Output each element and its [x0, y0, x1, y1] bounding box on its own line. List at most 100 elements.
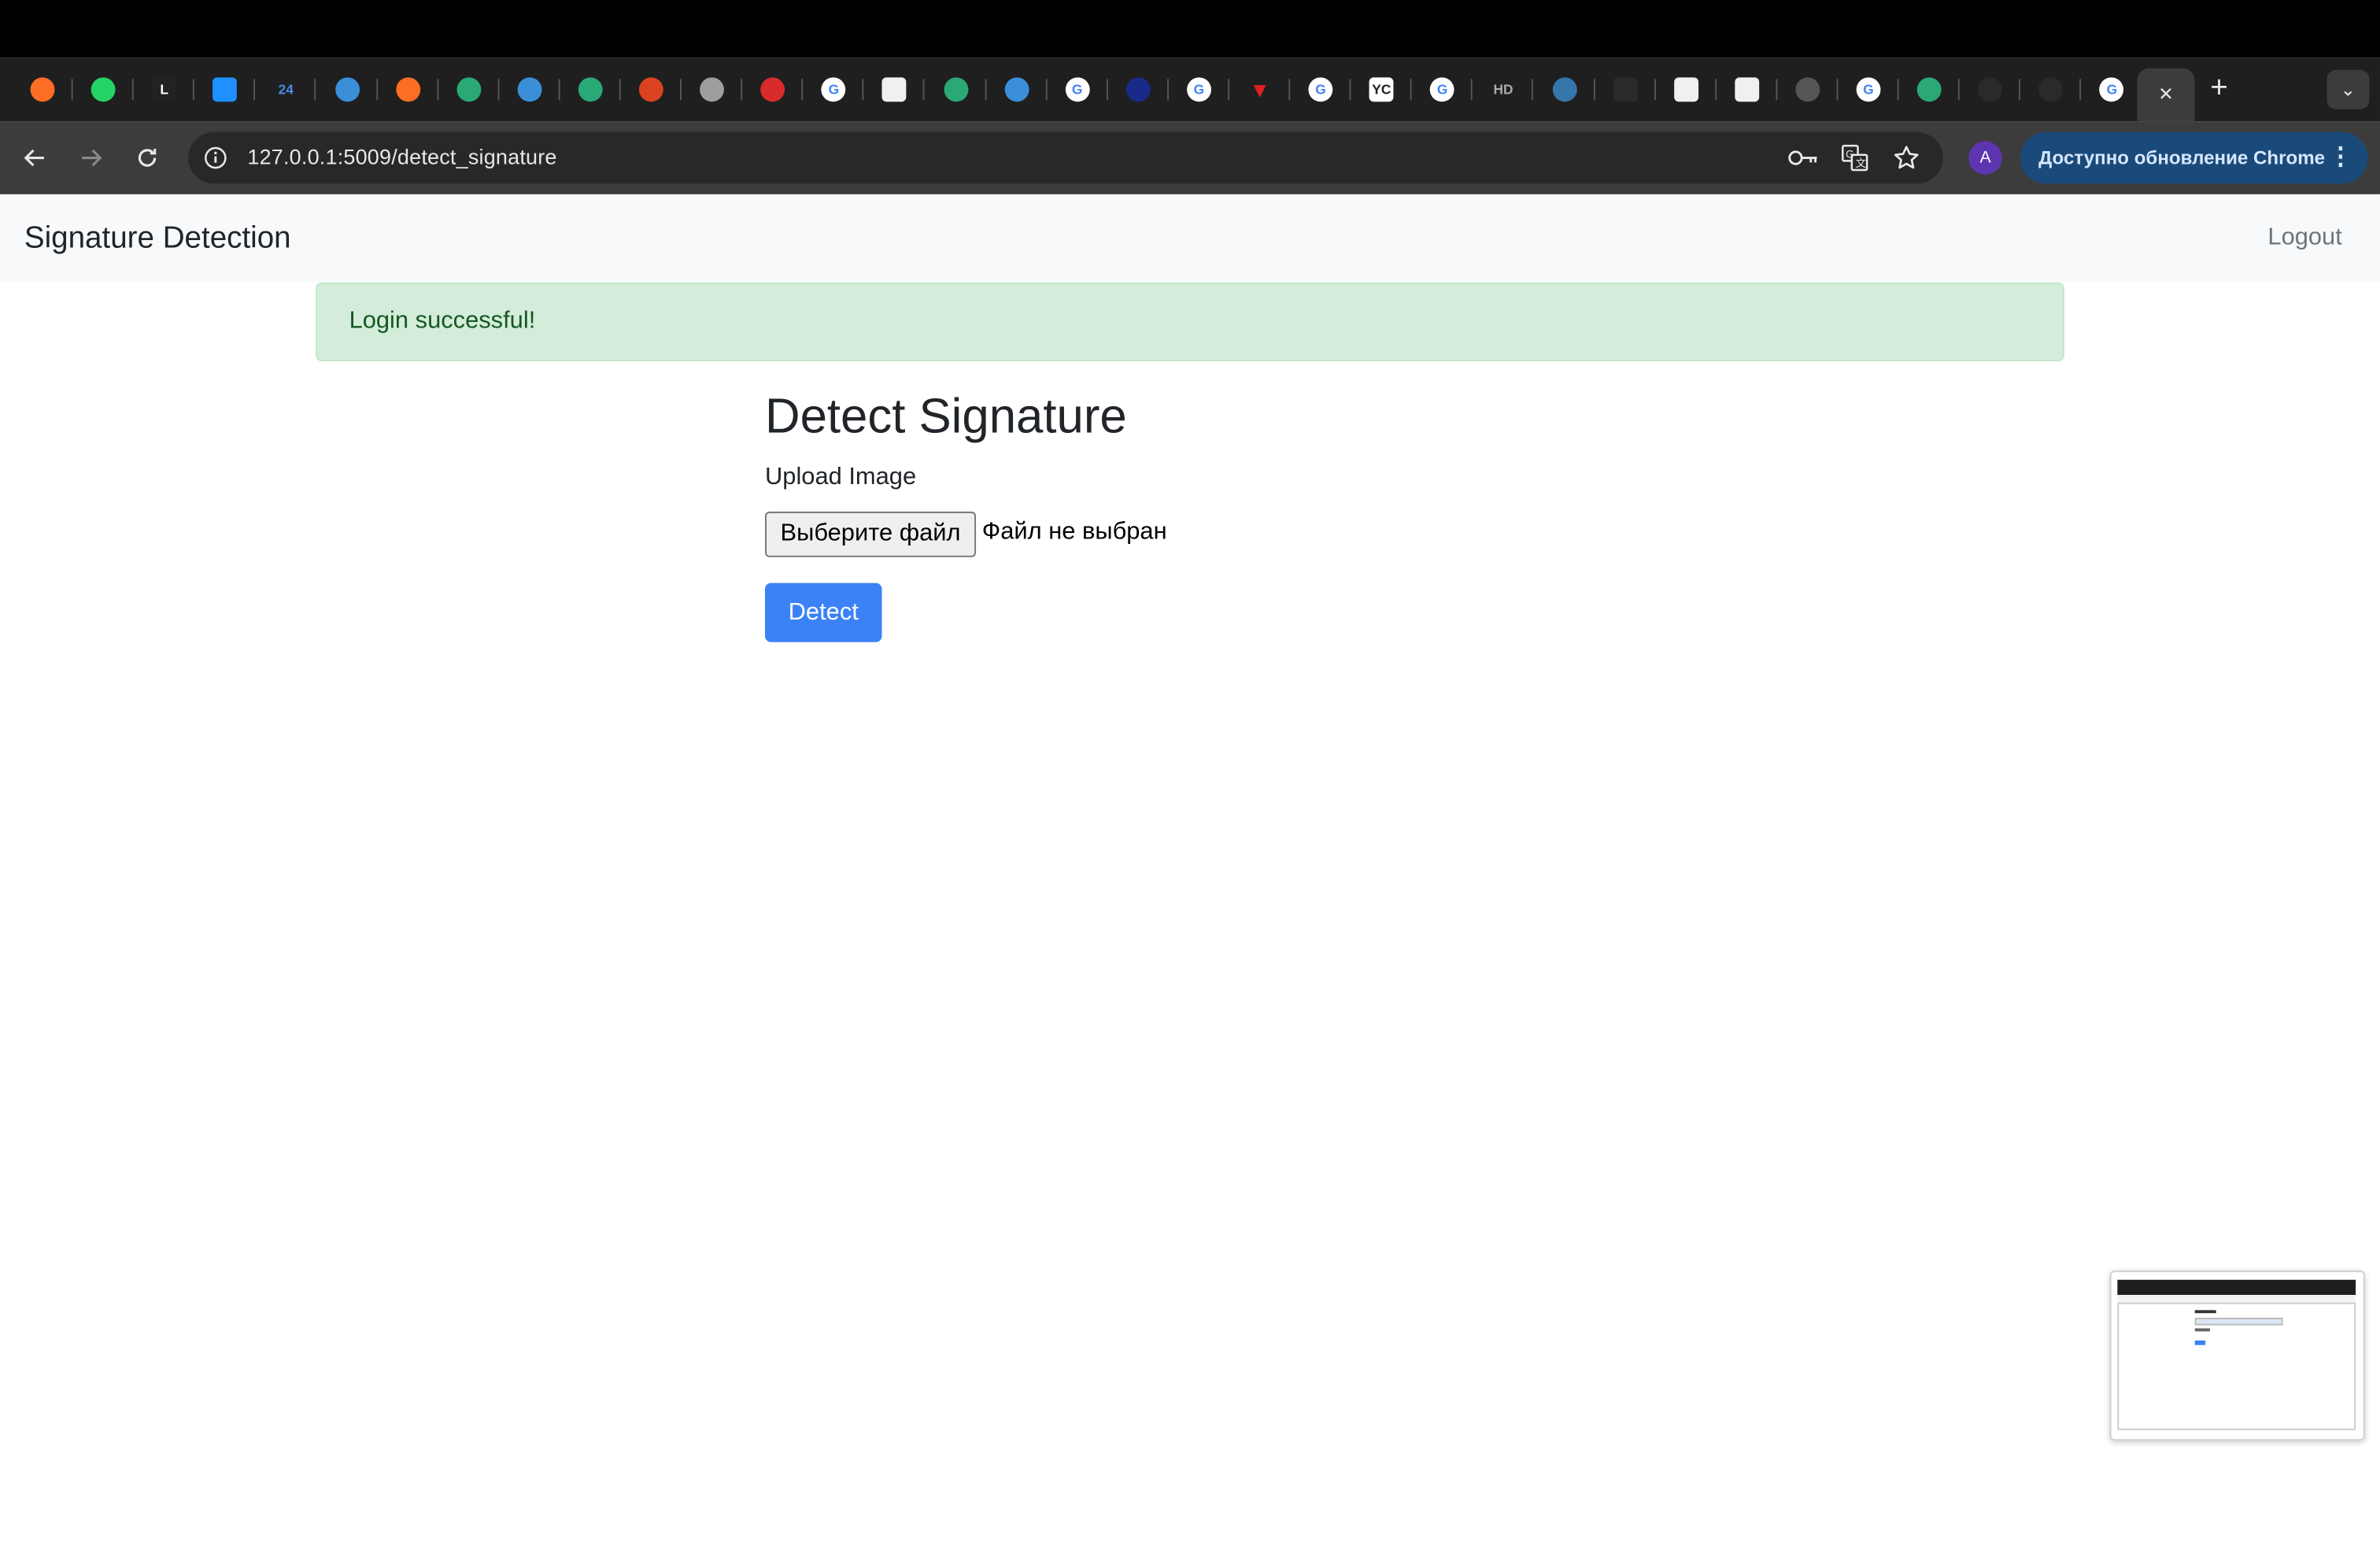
tab-separator — [1897, 79, 1899, 101]
cube-icon — [1673, 77, 1698, 102]
navbar-brand[interactable]: Signature Detection — [24, 222, 291, 257]
browser-tab[interactable]: G — [1839, 68, 1897, 111]
uchet-red-icon — [760, 77, 785, 102]
site-info-icon[interactable] — [203, 146, 227, 170]
browser-tab[interactable]: G — [1414, 68, 1471, 111]
translate-icon[interactable]: G文 — [1839, 144, 1870, 172]
dark-blue-icon — [1125, 77, 1151, 102]
tab-separator — [1532, 79, 1534, 101]
chrome-update-button[interactable]: Доступно обновление Chrome ⋮ — [2020, 131, 2368, 184]
browser-tab[interactable] — [1657, 68, 1714, 111]
gitlab-icon — [395, 77, 420, 102]
browser-tab[interactable] — [1536, 68, 1593, 111]
target-icon — [700, 77, 725, 102]
choose-file-button[interactable]: Выберите файл — [764, 511, 977, 557]
update-label: Доступно обновление Chrome — [2038, 147, 2326, 169]
github-icon — [1978, 77, 2003, 102]
browser-tab[interactable]: 24 — [257, 68, 315, 111]
yc-icon: YC — [1369, 77, 1394, 102]
browser-tab[interactable]: YC — [1353, 68, 1410, 111]
browser-tab[interactable]: G — [1292, 68, 1349, 111]
browser-tab[interactable]: HD — [1474, 68, 1532, 111]
browser-tab[interactable] — [1779, 68, 1836, 111]
github-icon — [2038, 77, 2064, 102]
tab-separator — [131, 79, 134, 101]
browser-tab[interactable]: G — [1170, 68, 1228, 111]
browser-tab[interactable] — [1109, 68, 1166, 111]
tab-separator — [71, 79, 73, 101]
tab-separator — [193, 79, 195, 101]
kebab-menu-icon[interactable]: ⋮ — [2328, 144, 2352, 172]
tab-strip: L 24 G G G ▼ G YC G HD G G × — [0, 57, 2380, 122]
browser-tab[interactable]: ▼ — [1231, 68, 1288, 111]
password-key-icon[interactable] — [1788, 144, 1819, 172]
menu-bar — [0, 0, 2380, 58]
browser-tab[interactable] — [623, 68, 680, 111]
google-icon: G — [1308, 77, 1333, 102]
forward-button[interactable] — [73, 139, 109, 176]
url-text[interactable]: 127.0.0.1:5009/detect_signature — [247, 144, 556, 168]
detect-button[interactable]: Detect — [764, 583, 882, 642]
browser-tab[interactable] — [501, 68, 558, 111]
address-bar[interactable]: 127.0.0.1:5009/detect_signature G文 — [188, 131, 1943, 184]
browser-tab[interactable]: L — [135, 68, 193, 111]
reload-button[interactable] — [129, 139, 165, 176]
feather-green-icon — [943, 77, 968, 102]
browser-tab[interactable] — [1596, 68, 1654, 111]
tab-separator — [984, 79, 986, 101]
globe-icon — [1795, 77, 1820, 102]
browser-tab[interactable] — [1901, 68, 1958, 111]
tab-separator — [619, 79, 621, 101]
file-status-text: Файл не выбран — [981, 519, 1167, 546]
close-icon[interactable]: × — [2159, 81, 2173, 109]
cube-icon — [882, 77, 907, 102]
tab-separator — [1471, 79, 1473, 101]
browser-tab[interactable] — [196, 68, 253, 111]
tab-active[interactable]: × — [2137, 68, 2195, 122]
tab-separator — [1106, 79, 1108, 101]
tab-separator — [1045, 79, 1047, 101]
tab-separator — [923, 79, 926, 101]
24-icon: 24 — [271, 77, 301, 102]
dark-square-icon — [1613, 77, 1638, 102]
browser-tab[interactable]: G — [805, 68, 863, 111]
tab-separator — [375, 79, 378, 101]
browser-tab[interactable] — [75, 68, 132, 111]
browser-tab[interactable] — [13, 68, 71, 111]
browser-tab[interactable] — [1961, 68, 2019, 111]
navbar: Signature Detection Logout — [0, 194, 2380, 283]
browser-tab[interactable] — [866, 68, 923, 111]
feather-green-icon — [456, 77, 481, 102]
screen: L 24 G G G ▼ G YC G HD G G × + ⌄ 127.0.0.1:5009/det… — [0, 0, 2380, 1546]
tab-separator — [2019, 79, 2021, 101]
tab-separator — [1836, 79, 1839, 101]
browser-tab[interactable] — [926, 68, 984, 111]
profile-avatar[interactable]: A — [1968, 141, 2002, 175]
python-icon — [1551, 77, 1576, 102]
back-button[interactable] — [17, 139, 53, 176]
browser-tab[interactable] — [1718, 68, 1776, 111]
browser-tab[interactable]: G — [2083, 68, 2141, 111]
feather-green-icon — [1916, 77, 1942, 102]
browser-tab[interactable] — [683, 68, 741, 111]
tab-separator — [1593, 79, 1595, 101]
new-tab-button[interactable]: + — [2201, 67, 2237, 109]
cube-icon — [1734, 77, 1759, 102]
browser-tab[interactable] — [318, 68, 375, 111]
browser-tab[interactable] — [988, 68, 1045, 111]
browser-tab[interactable]: G — [1048, 68, 1106, 111]
browser-tab[interactable] — [744, 68, 801, 111]
whatsapp-icon — [91, 77, 116, 102]
thumbnail-tabbar — [2117, 1279, 2356, 1296]
browser-tab[interactable] — [379, 68, 436, 111]
bookmark-star-icon[interactable] — [1891, 144, 1922, 172]
tab-search-button[interactable]: ⌄ — [2326, 69, 2370, 109]
screenshot-thumbnail[interactable] — [2109, 1270, 2365, 1441]
tab-separator — [1228, 79, 1229, 101]
logout-link[interactable]: Logout — [2267, 224, 2341, 252]
success-alert: Login successful! — [316, 282, 2064, 361]
browser-tab[interactable] — [561, 68, 619, 111]
browser-tab[interactable] — [2022, 68, 2079, 111]
browser-tab[interactable] — [440, 68, 497, 111]
tab-separator — [497, 79, 499, 101]
